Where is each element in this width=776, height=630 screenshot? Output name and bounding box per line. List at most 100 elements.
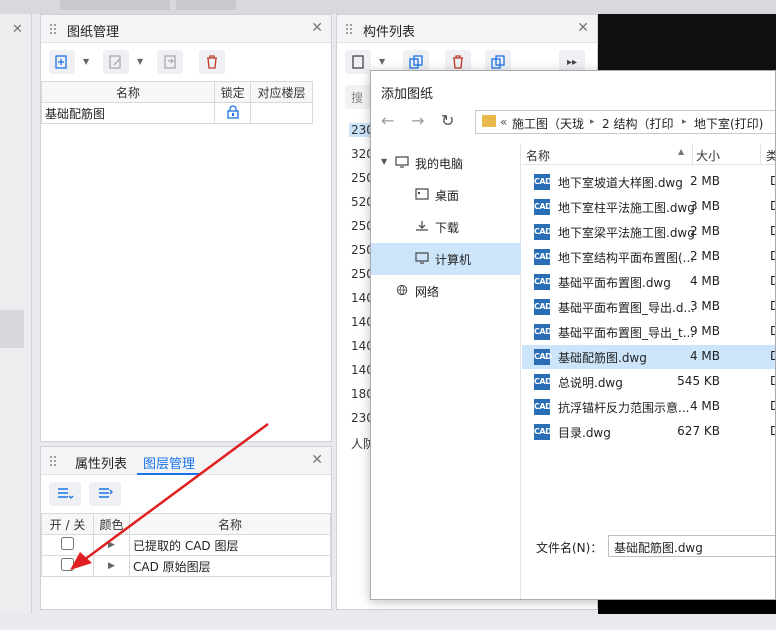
address-bar[interactable]: « 施工图（天珑 ▸ 2 结构（打印 ▸ 地下室(打印) <box>475 110 775 134</box>
file-row[interactable]: CAD目录.dwg627 KBD <box>522 420 775 444</box>
file-row[interactable]: CAD基础平面布置图_导出_t...9 MBD <box>522 320 775 344</box>
file-row[interactable]: CAD地下室结构平面布置图(...2 MBD <box>522 245 775 269</box>
tree-item-network[interactable]: 网络 <box>371 275 521 307</box>
tab-attribute-list[interactable]: 属性列表 <box>75 453 127 472</box>
expand-arrow-icon[interactable]: ▶ <box>93 534 130 556</box>
export-drawing-button[interactable] <box>157 50 183 74</box>
tree-item-label: 计算机 <box>435 253 472 267</box>
filename-label: 文件名(N)： <box>536 541 603 555</box>
column-separator[interactable] <box>692 143 693 165</box>
layer-toggle-cell[interactable] <box>41 555 94 577</box>
breadcrumb-overflow[interactable]: « <box>500 115 507 129</box>
column-header-name[interactable]: 名称 <box>129 513 331 535</box>
layer-name: 已提取的 CAD 图层 <box>129 534 331 556</box>
close-icon[interactable]: ✕ <box>12 22 23 37</box>
refresh-icon[interactable]: ↻ <box>441 111 454 130</box>
file-row[interactable]: CAD基础平面布置图_导出.d...3 MBD <box>522 295 775 319</box>
filename-input[interactable]: 基础配筋图.dwg <box>608 535 775 557</box>
delete-button[interactable] <box>199 50 225 74</box>
file-type: D <box>770 249 775 263</box>
column-header-floor[interactable]: 对应楼层 <box>250 81 313 103</box>
top-tab[interactable] <box>60 0 170 10</box>
floor-cell[interactable] <box>250 102 313 124</box>
column-header-color[interactable]: 颜色 <box>93 513 130 535</box>
file-size: 3 MB <box>689 299 720 313</box>
drag-handle-icon[interactable] <box>49 23 57 35</box>
layer-toggle-cell[interactable] <box>41 534 94 556</box>
chevron-down-icon[interactable]: ▼ <box>379 57 385 66</box>
chevron-down-icon[interactable]: ▼ <box>381 157 387 166</box>
tab-layer-management[interactable]: 图层管理 <box>143 453 195 472</box>
file-size: 545 KB <box>677 374 720 388</box>
file-size: 3 MB <box>689 199 720 213</box>
table-row[interactable]: 基础配筋图 <box>40 102 313 124</box>
column-header-size[interactable]: 大小 <box>696 147 720 164</box>
file-type: D <box>770 324 775 338</box>
canvas-top-strip <box>598 14 776 70</box>
tree-item-desktop[interactable]: 桌面 <box>371 179 521 211</box>
file-row[interactable]: CAD地下室柱平法施工图.dwg3 MBD <box>522 195 775 219</box>
table-row[interactable]: ▶ 已提取的 CAD 图层 <box>41 534 331 556</box>
file-list-header: 名称 ▲ 大小 类 <box>522 143 775 165</box>
cad-file-icon: CAD <box>534 249 552 265</box>
close-icon[interactable]: ✕ <box>577 20 589 36</box>
column-separator[interactable] <box>760 143 761 165</box>
cad-file-icon: CAD <box>534 324 552 340</box>
tree-item-download[interactable]: 下载 <box>371 211 521 243</box>
file-type: D <box>770 299 775 313</box>
close-icon[interactable]: ✕ <box>311 20 323 36</box>
file-row[interactable]: CAD基础配筋图.dwg4 MBD <box>522 345 775 369</box>
cad-file-icon: CAD <box>534 174 552 190</box>
breadcrumb-separator: ▸ <box>682 117 687 127</box>
file-row[interactable]: CAD抗浮锚杆反力范围示意...4 MBD <box>522 395 775 419</box>
table-header-row: 名称 锁定 对应楼层 <box>40 81 313 103</box>
layer-checkbox[interactable] <box>61 537 74 550</box>
column-header-name[interactable]: 名称 <box>526 147 550 164</box>
back-arrow-icon[interactable]: ← <box>381 111 394 130</box>
file-size: 2 MB <box>689 174 720 188</box>
file-row[interactable]: CAD总说明.dwg545 KBD <box>522 370 775 394</box>
breadcrumb-segment[interactable]: 2 结构（打印 <box>602 115 673 132</box>
breadcrumb-segment[interactable]: 施工图（天珑 <box>512 115 584 132</box>
forward-arrow-icon[interactable]: → <box>411 111 424 130</box>
column-header-onoff[interactable]: 开 / 关 <box>41 513 94 535</box>
close-icon[interactable]: ✕ <box>311 452 323 468</box>
panel-title: 构件列表 <box>363 25 416 40</box>
breadcrumb-segment[interactable]: 地下室(打印) <box>694 115 763 132</box>
tree-item-computer[interactable]: 计算机 <box>371 243 521 275</box>
new-component-button[interactable] <box>345 50 371 74</box>
drawing-name-cell[interactable]: 基础配筋图 <box>40 102 216 124</box>
sort-up-icon[interactable]: ▲ <box>678 147 684 156</box>
computer-icon <box>415 252 429 264</box>
layer-checkbox[interactable] <box>61 558 74 571</box>
file-size: 2 MB <box>689 249 720 263</box>
left-side-selection[interactable] <box>0 310 24 348</box>
tree-item-label: 下载 <box>435 221 460 235</box>
layer-name: CAD 原始图层 <box>129 555 331 577</box>
layer-settings-button[interactable] <box>89 482 121 506</box>
layer-toggle-button[interactable] <box>49 482 81 506</box>
file-row[interactable]: CAD基础平面布置图.dwg4 MBD <box>522 270 775 294</box>
drawing-management-panel: 图纸管理 ✕ ▼ ▼ 名称 锁定 对应楼层 基础配筋图 <box>40 14 332 442</box>
add-drawing-button[interactable] <box>49 50 75 74</box>
expand-arrow-icon[interactable]: ▶ <box>93 555 130 577</box>
top-tab[interactable] <box>176 0 236 10</box>
tree-item-my-computer[interactable]: ▼ 我的电脑 <box>371 147 521 179</box>
drag-handle-icon[interactable] <box>345 23 353 35</box>
chevron-down-icon[interactable]: ▼ <box>83 57 89 66</box>
table-row[interactable]: ▶ CAD 原始图层 <box>41 555 331 577</box>
lock-cell[interactable] <box>214 102 252 124</box>
column-header-lock[interactable]: 锁定 <box>214 81 252 103</box>
chevron-down-icon[interactable]: ▼ <box>137 57 143 66</box>
edit-drawing-button[interactable] <box>103 50 129 74</box>
lock-icon[interactable] <box>226 104 240 119</box>
file-row[interactable]: CAD地下室梁平法施工图.dwg2 MBD <box>522 220 775 244</box>
file-row[interactable]: CAD地下室坡道大样图.dwg2 MBD <box>522 170 775 194</box>
column-header-name[interactable]: 名称 <box>40 81 216 103</box>
drag-handle-icon[interactable] <box>49 455 57 467</box>
column-header-type[interactable]: 类 <box>766 147 775 164</box>
cad-file-icon: CAD <box>534 299 552 315</box>
cad-file-icon: CAD <box>534 224 552 240</box>
file-size: 4 MB <box>689 399 720 413</box>
download-icon <box>416 221 428 231</box>
